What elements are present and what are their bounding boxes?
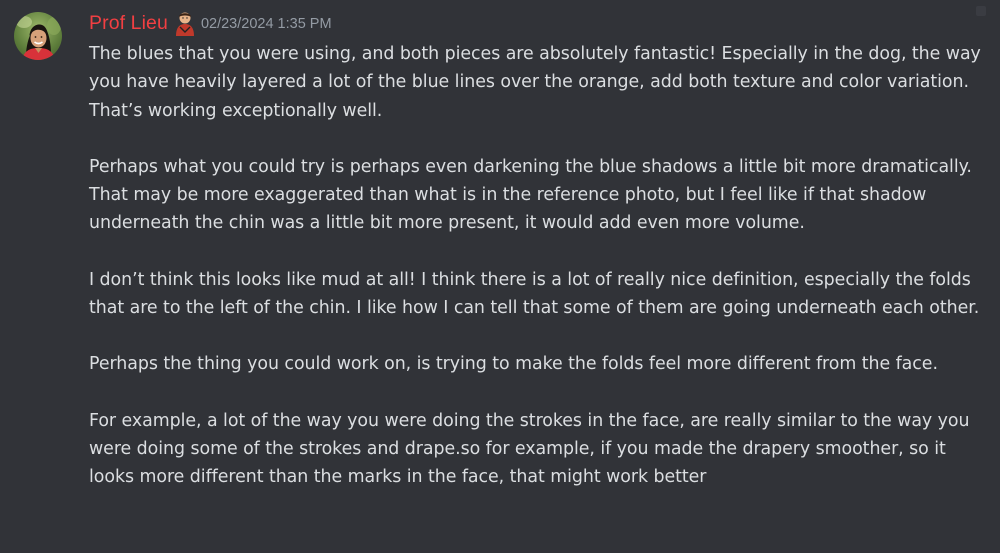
message-paragraph: Perhaps what you could try is perhaps ev… bbox=[89, 156, 972, 234]
message-paragraph: The blues that you were using, and both … bbox=[89, 44, 981, 121]
user-avatar[interactable] bbox=[14, 12, 62, 60]
scrollbar-handle[interactable] bbox=[976, 6, 986, 16]
message-paragraph: I don’t think this looks like mud at all… bbox=[89, 269, 980, 319]
chat-message: Prof Lieu 02/23/2024 1:35 PM The blues t… bbox=[0, 0, 1000, 553]
message-paragraph: Perhaps the thing you could work on, is … bbox=[89, 354, 938, 375]
message-header: Prof Lieu 02/23/2024 1:35 PM bbox=[89, 9, 332, 37]
message-paragraph: For example, a lot of the way you were d… bbox=[89, 410, 970, 488]
message-content: The blues that you were using, and both … bbox=[89, 40, 984, 520]
person-emoji-icon bbox=[173, 10, 197, 36]
author-name[interactable]: Prof Lieu bbox=[89, 12, 168, 35]
message-timestamp[interactable]: 02/23/2024 1:35 PM bbox=[201, 16, 332, 32]
